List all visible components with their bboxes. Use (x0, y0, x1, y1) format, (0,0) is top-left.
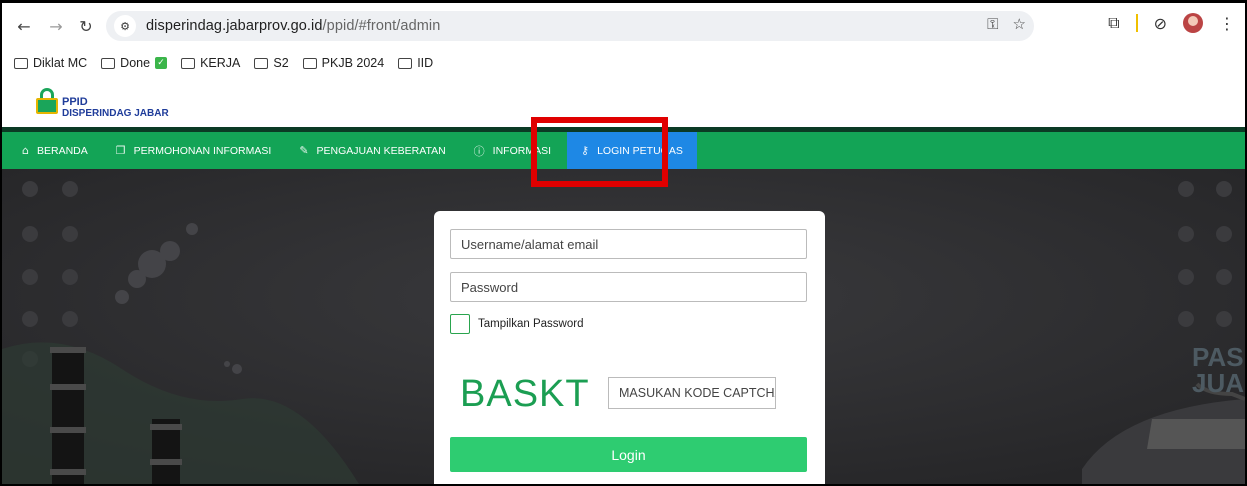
logo-title: PPID (62, 96, 88, 108)
toolbar-separator (1135, 14, 1138, 32)
login-card: Username/alamat email Password Tampilkan… (434, 211, 825, 484)
show-password-label[interactable]: Tampilkan Password (478, 318, 583, 330)
screenshot-frame: ← → ↻ ⚙ disperindag.jabarprov.go.id/ppid… (0, 0, 1247, 486)
site-logo[interactable]: PPID DISPERINDAG JABAR (36, 88, 169, 119)
hero-sign-line2: JUA (1192, 368, 1244, 398)
nav-label: PENGAJUAN KEBERATAN (316, 144, 446, 157)
address-bar[interactable]: ⚙ disperindag.jabarprov.go.id/ppid/#fron… (106, 11, 1034, 41)
nav-beranda[interactable]: ⌂ BERANDA (8, 132, 102, 169)
folder-icon (254, 57, 269, 69)
folder-icon (302, 57, 317, 69)
back-arrow-icon[interactable]: ← (12, 14, 36, 38)
url-path: /ppid/#front/admin (322, 18, 441, 34)
document-icon: ❐ (115, 144, 126, 157)
show-password-row: Tampilkan Password (450, 314, 583, 334)
bookmark-label: KERJA (200, 56, 241, 70)
extensions-puzzle-icon[interactable]: ⧉ (1108, 13, 1119, 33)
reload-icon[interactable]: ↻ (74, 14, 98, 38)
captcha-input[interactable]: MASUKAN KODE CAPTCHA (608, 377, 776, 409)
bookmark-label: Diklat MC (33, 56, 88, 70)
captcha-placeholder: MASUKAN KODE CAPTCHA (619, 386, 776, 400)
password-key-icon[interactable]: ⚿ (987, 15, 998, 33)
browser-toolbar: ← → ↻ ⚙ disperindag.jabarprov.go.id/ppid… (2, 3, 1245, 49)
bookmarks-bar: Diklat MC Done ✓ KERJA S2 PKJB 2024 IID (2, 49, 1245, 77)
check-badge-icon: ✓ (155, 57, 168, 69)
username-input[interactable]: Username/alamat email (450, 229, 807, 259)
bookmark-item[interactable]: Done ✓ (101, 56, 168, 70)
folder-icon (101, 57, 116, 69)
bookmark-item[interactable]: S2 (254, 56, 289, 70)
site-settings-icon[interactable]: ⚙ (114, 15, 136, 37)
bookmark-item[interactable]: Diklat MC (14, 56, 87, 70)
folder-icon (181, 57, 196, 69)
folder-icon (398, 57, 413, 69)
edit-icon: ✎ (299, 144, 309, 157)
profile-avatar[interactable] (1183, 13, 1203, 33)
logo-subtitle: DISPERINDAG JABAR (62, 108, 169, 119)
forward-arrow-icon[interactable]: → (44, 14, 68, 38)
padlock-logo-icon (36, 88, 58, 116)
extension-icon[interactable]: ⊘ (1154, 14, 1167, 33)
highlight-box (531, 117, 668, 187)
bookmark-item[interactable]: PKJB 2024 (302, 56, 385, 70)
password-input[interactable]: Password (450, 272, 807, 302)
url-host: disperindag.jabarprov.go.id (146, 18, 323, 34)
nav-label: PERMOHONAN INFORMASI (133, 144, 272, 157)
nav-pengajuan-keberatan[interactable]: ✎ PENGAJUAN KEBERATAN (285, 132, 459, 169)
folder-icon (14, 57, 28, 69)
nav-permohonan-informasi[interactable]: ❐ PERMOHONAN INFORMASI (102, 132, 286, 169)
bookmark-label: S2 (273, 56, 289, 70)
home-icon: ⌂ (22, 144, 29, 157)
menu-kebab-icon[interactable]: ⋮ (1219, 14, 1235, 33)
bookmark-item[interactable]: IID (398, 56, 433, 70)
bookmark-label: IID (417, 56, 434, 70)
bookmark-star-icon[interactable]: ☆ (1013, 15, 1026, 33)
show-password-checkbox[interactable] (450, 314, 470, 334)
bookmark-item[interactable]: KERJA (181, 56, 240, 70)
username-placeholder: Username/alamat email (461, 236, 599, 252)
bookmark-label: PKJB 2024 (321, 56, 385, 70)
nav-label: BERANDA (36, 144, 88, 157)
password-placeholder: Password (461, 279, 519, 295)
login-button-label: Login (611, 446, 646, 463)
bookmark-label: Done (120, 56, 151, 70)
url-text: disperindag.jabarprov.go.id/ppid/#front/… (146, 18, 440, 34)
info-icon: ⓘ (473, 144, 485, 158)
captcha-image: BASKT (460, 373, 590, 415)
login-button[interactable]: Login (450, 437, 807, 472)
